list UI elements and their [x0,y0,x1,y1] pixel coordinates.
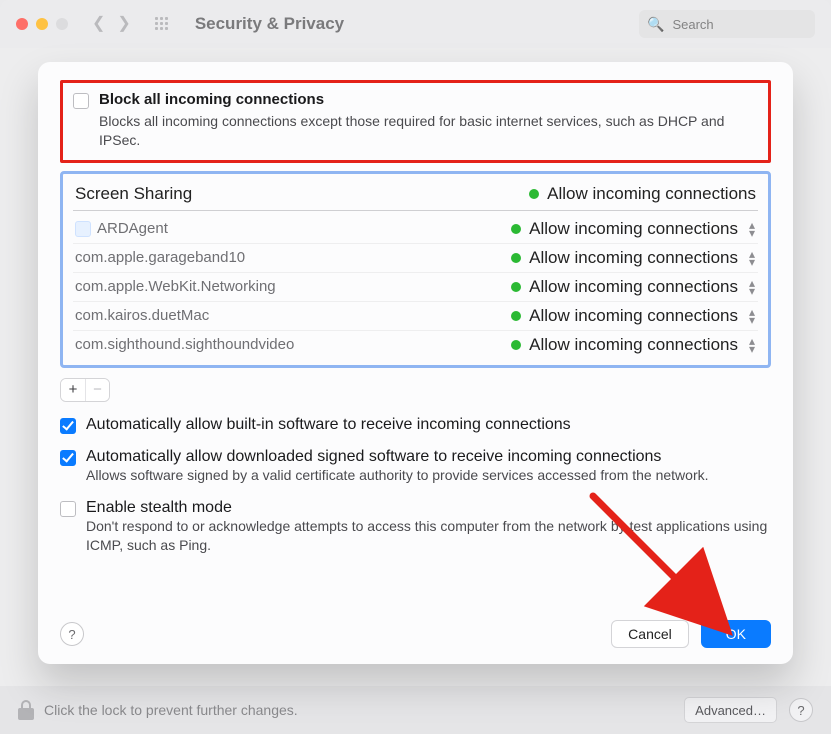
status-dropdown-icon[interactable] [748,337,756,353]
app-name-cell: ARDAgent [75,220,511,237]
search-field[interactable]: 🔍 [639,10,815,38]
advanced-button-label: Advanced… [695,703,766,718]
search-input[interactable] [670,16,807,33]
search-icon: 🔍 [647,16,664,33]
apps-list-row[interactable]: ARDAgent Allow incoming connections [73,215,758,244]
ok-button-label: OK [726,626,746,642]
help-button-main[interactable]: ? [789,698,813,722]
apps-list-row[interactable]: com.sighthound.sighthoundvideo Allow inco… [73,331,758,359]
app-status-label: Allow incoming connections [529,277,738,297]
ok-button[interactable]: OK [701,620,771,648]
apps-list: ARDAgentAllow incoming connectionscom.ap… [73,215,758,359]
lock-icon[interactable] [18,700,34,720]
status-dropdown-icon[interactable] [748,279,756,295]
status-dropdown-icon[interactable] [748,308,756,324]
status-dropdown-icon[interactable] [748,250,756,266]
app-name-cell: com.sighthound.sighthoundvideo [75,336,511,353]
stealth-label: Enable stealth mode [86,499,232,517]
block-all-highlight: Block all incoming connections Blocks al… [60,80,771,163]
app-name-cell: com.apple.WebKit.Networking [75,278,511,295]
app-status-cell[interactable]: Allow incoming connections [511,277,738,297]
forward-button[interactable]: ❯ [117,16,130,32]
status-dot-icon [529,189,539,199]
app-status-label: Allow incoming connections [529,219,738,239]
apps-list-header-status: Allow incoming connections [547,184,756,204]
back-button[interactable]: ❮ [92,16,105,32]
block-all-checkbox[interactable] [73,93,89,109]
app-name-cell: com.kairos.duetMac [75,307,511,324]
app-status-label: Allow incoming connections [529,306,738,326]
help-icon: ? [797,703,804,718]
app-status-label: Allow incoming connections [529,248,738,268]
auto-signed-label: Automatically allow downloaded signed so… [86,448,661,466]
auto-builtin-checkbox[interactable] [60,418,76,434]
app-status-cell[interactable]: Allow incoming connections [511,335,738,355]
auto-signed-description: Allows software signed by a valid certif… [86,466,771,485]
lock-text: Click the lock to prevent further change… [44,702,298,718]
stealth-checkbox[interactable] [60,501,76,517]
minimize-window-button[interactable] [36,18,48,30]
auto-signed-checkbox[interactable] [60,450,76,466]
lock-row: Click the lock to prevent further change… [0,686,831,734]
block-all-label: Block all incoming connections [99,91,758,108]
help-button-dialog[interactable]: ? [60,622,84,646]
auto-builtin-label: Automatically allow built-in software to… [86,416,571,434]
titlebar: ❮ ❯ Security & Privacy 🔍 [0,0,831,48]
nav-arrows: ❮ ❯ [92,16,131,32]
app-name: com.apple.WebKit.Networking [75,278,276,295]
block-all-description: Blocks all incoming connections except t… [99,112,758,150]
cancel-button[interactable]: Cancel [611,620,689,648]
apps-list-highlight: Screen Sharing Allow incoming connection… [60,171,771,368]
status-dot-icon [511,224,521,234]
status-dot-icon [511,340,521,350]
show-all-prefs-button[interactable] [155,17,169,31]
window-controls [16,18,68,30]
app-name: ARDAgent [97,220,168,237]
app-icon [75,221,91,237]
zoom-window-button[interactable] [56,18,68,30]
app-name: com.kairos.duetMac [75,307,209,324]
apps-list-row[interactable]: com.apple.garageband10 Allow incoming con… [73,244,758,273]
window-title: Security & Privacy [195,14,344,34]
stealth-option: Enable stealth mode Don't respond to or … [60,499,771,555]
remove-app-button[interactable]: − [85,379,109,401]
advanced-button[interactable]: Advanced… [684,697,777,723]
app-name: com.apple.garageband10 [75,249,245,266]
add-app-button[interactable]: + [61,379,85,401]
stealth-description: Don't respond to or acknowledge attempts… [86,517,771,555]
status-dot-icon [511,311,521,321]
help-icon: ? [68,627,75,642]
status-dot-icon [511,282,521,292]
apps-list-header: Screen Sharing Allow incoming connection… [73,182,758,211]
auto-signed-option: Automatically allow downloaded signed so… [60,448,771,485]
app-status-label: Allow incoming connections [529,335,738,355]
firewall-options-dialog: Block all incoming connections Blocks al… [38,62,793,664]
apps-list-row[interactable]: com.kairos.duetMac Allow incoming connect… [73,302,758,331]
close-window-button[interactable] [16,18,28,30]
app-name: com.sighthound.sighthoundvideo [75,336,294,353]
app-name-cell: com.apple.garageband10 [75,249,511,266]
plus-icon: + [69,381,78,398]
auto-builtin-option: Automatically allow built-in software to… [60,416,771,434]
apps-list-footer: + − [60,378,771,402]
cancel-button-label: Cancel [628,626,672,642]
apps-list-header-name: Screen Sharing [75,184,529,204]
apps-list-row[interactable]: com.apple.WebKit.Networking Allow incomin… [73,273,758,302]
dialog-footer: ? Cancel OK [60,608,771,648]
minus-icon: − [93,381,102,398]
app-status-cell[interactable]: Allow incoming connections [511,219,738,239]
status-dot-icon [511,253,521,263]
app-status-cell[interactable]: Allow incoming connections [511,248,738,268]
app-status-cell[interactable]: Allow incoming connections [511,306,738,326]
status-dropdown-icon[interactable] [748,221,756,237]
